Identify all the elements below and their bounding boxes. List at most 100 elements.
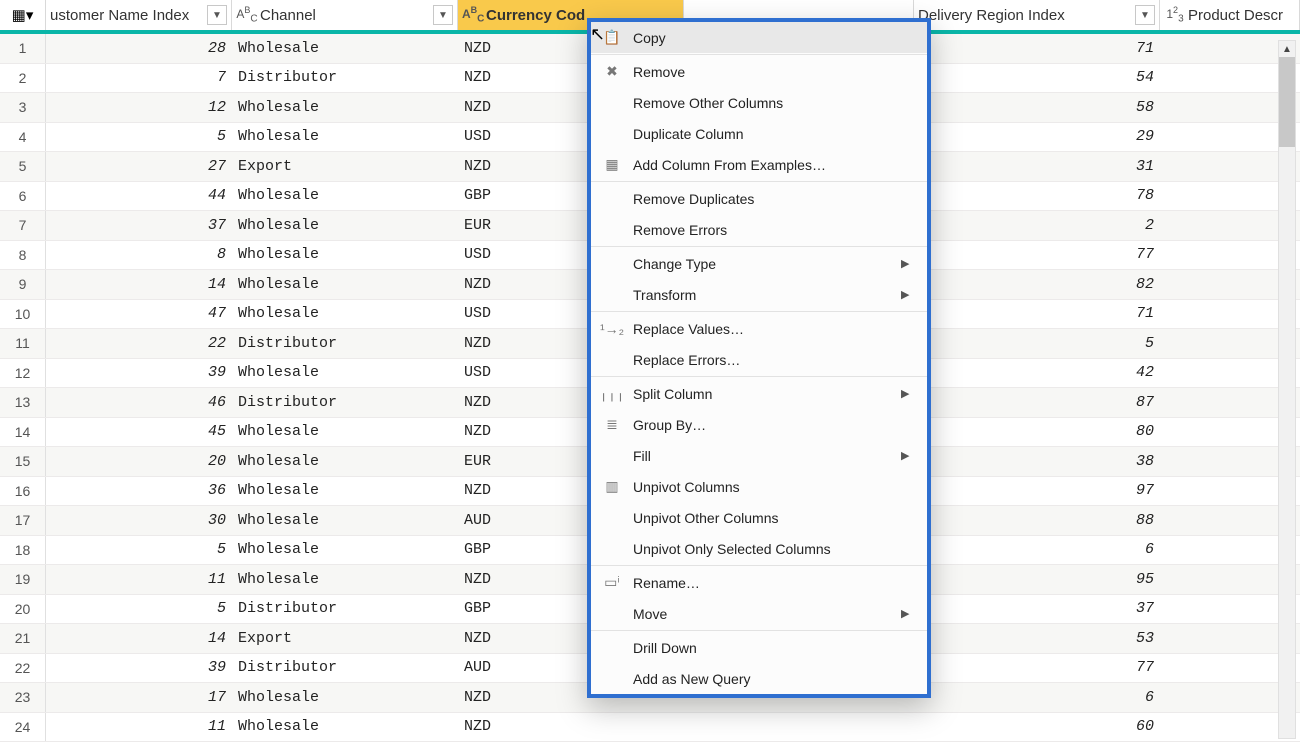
cell-customer-index[interactable]: 37 (46, 211, 232, 240)
table-row[interactable]: 2411WholesaleNZD60 (0, 713, 1300, 743)
cell-channel[interactable]: Wholesale (232, 93, 458, 122)
cell-customer-index[interactable]: 47 (46, 300, 232, 329)
cell-channel[interactable]: Wholesale (232, 182, 458, 211)
cell-region[interactable]: 87 (914, 388, 1160, 417)
menu-item-transform[interactable]: Transform▶ (591, 279, 927, 310)
cell-channel[interactable]: Wholesale (232, 447, 458, 476)
scroll-thumb[interactable] (1279, 57, 1295, 147)
cell-currency[interactable]: NZD (458, 418, 586, 447)
cell-customer-index[interactable]: 14 (46, 624, 232, 653)
vertical-scrollbar[interactable]: ▲ (1278, 40, 1296, 739)
cell-customer-index[interactable]: 5 (46, 536, 232, 565)
cell-region[interactable]: 71 (914, 300, 1160, 329)
menu-item-unpivot-only-selected-columns[interactable]: Unpivot Only Selected Columns (591, 533, 927, 564)
cell-currency[interactable]: GBP (458, 182, 586, 211)
cell-region[interactable]: 97 (914, 477, 1160, 506)
cell-channel[interactable]: Export (232, 624, 458, 653)
cell-channel[interactable]: Wholesale (232, 123, 458, 152)
menu-item-rename[interactable]: ▭ⁱRename… (591, 567, 927, 598)
cell-currency[interactable]: GBP (458, 595, 586, 624)
cell-currency[interactable]: EUR (458, 447, 586, 476)
col-header-product-descr[interactable]: 123 Product Descr (1160, 0, 1300, 30)
cell-region[interactable]: 80 (914, 418, 1160, 447)
menu-item-remove-other-columns[interactable]: Remove Other Columns (591, 87, 927, 118)
cell-channel[interactable]: Wholesale (232, 300, 458, 329)
cell-region[interactable]: 78 (914, 182, 1160, 211)
cell-channel[interactable]: Wholesale (232, 713, 458, 742)
menu-item-remove-duplicates[interactable]: Remove Duplicates (591, 183, 927, 214)
cell-channel[interactable]: Distributor (232, 654, 458, 683)
cell-region[interactable]: 54 (914, 64, 1160, 93)
cell-currency[interactable]: NZD (458, 329, 586, 358)
cell-currency[interactable]: NZD (458, 64, 586, 93)
cell-channel[interactable]: Wholesale (232, 359, 458, 388)
cell-region[interactable]: 95 (914, 565, 1160, 594)
cell-channel[interactable]: Wholesale (232, 34, 458, 63)
cell-customer-index[interactable]: 46 (46, 388, 232, 417)
menu-item-group-by[interactable]: ≣Group By… (591, 409, 927, 440)
cell-currency[interactable]: NZD (458, 152, 586, 181)
menu-item-change-type[interactable]: Change Type▶ (591, 248, 927, 279)
menu-item-replace-values[interactable]: ¹→₂Replace Values… (591, 313, 927, 344)
cell-customer-index[interactable]: 45 (46, 418, 232, 447)
filter-dropdown-icon[interactable]: ▼ (433, 5, 453, 25)
menu-item-replace-errors[interactable]: Replace Errors… (591, 344, 927, 375)
cell-currency[interactable]: USD (458, 359, 586, 388)
cell-channel[interactable]: Wholesale (232, 683, 458, 712)
cell-currency[interactable]: USD (458, 300, 586, 329)
col-header-channel[interactable]: ABC Channel ▼ (232, 0, 458, 30)
cell-region[interactable]: 58 (914, 93, 1160, 122)
cell-region[interactable]: 82 (914, 270, 1160, 299)
cell-customer-index[interactable]: 27 (46, 152, 232, 181)
menu-item-remove-errors[interactable]: Remove Errors (591, 214, 927, 245)
cell-region[interactable]: 29 (914, 123, 1160, 152)
cell-region[interactable]: 77 (914, 241, 1160, 270)
cell-channel[interactable]: Distributor (232, 595, 458, 624)
cell-currency[interactable]: USD (458, 123, 586, 152)
cell-region[interactable]: 71 (914, 34, 1160, 63)
cell-region[interactable]: 60 (914, 713, 1160, 742)
cell-channel[interactable]: Wholesale (232, 536, 458, 565)
col-header-delivery-region[interactable]: Delivery Region Index ▼ (914, 0, 1160, 30)
cell-region[interactable]: 2 (914, 211, 1160, 240)
cell-currency[interactable]: NZD (458, 683, 586, 712)
cell-region[interactable]: 88 (914, 506, 1160, 535)
cell-currency[interactable]: NZD (458, 34, 586, 63)
cell-customer-index[interactable]: 22 (46, 329, 232, 358)
cell-currency[interactable]: NZD (458, 477, 586, 506)
cell-region[interactable]: 53 (914, 624, 1160, 653)
cell-customer-index[interactable]: 17 (46, 683, 232, 712)
cell-channel[interactable]: Wholesale (232, 418, 458, 447)
table-icon[interactable]: ▦▾ (0, 0, 46, 30)
cell-customer-index[interactable]: 11 (46, 565, 232, 594)
menu-item-remove[interactable]: ✖Remove (591, 56, 927, 87)
cell-channel[interactable]: Wholesale (232, 477, 458, 506)
cell-customer-index[interactable]: 36 (46, 477, 232, 506)
cell-currency[interactable]: GBP (458, 536, 586, 565)
cell-currency[interactable]: NZD (458, 388, 586, 417)
cell-currency[interactable]: NZD (458, 93, 586, 122)
cell-channel[interactable]: Wholesale (232, 565, 458, 594)
cell-currency[interactable]: NZD (458, 565, 586, 594)
filter-dropdown-icon[interactable]: ▼ (207, 5, 227, 25)
cell-currency[interactable]: USD (458, 241, 586, 270)
menu-item-add-column-from-examples[interactable]: ▦Add Column From Examples… (591, 149, 927, 180)
cell-hidden[interactable] (586, 713, 914, 742)
cell-currency[interactable]: AUD (458, 506, 586, 535)
cell-channel[interactable]: Wholesale (232, 506, 458, 535)
cell-customer-index[interactable]: 11 (46, 713, 232, 742)
cell-region[interactable]: 31 (914, 152, 1160, 181)
cell-region[interactable]: 6 (914, 683, 1160, 712)
cell-channel[interactable]: Export (232, 152, 458, 181)
cell-customer-index[interactable]: 7 (46, 64, 232, 93)
menu-item-copy[interactable]: 📋Copy (591, 22, 927, 53)
cell-region[interactable]: 38 (914, 447, 1160, 476)
cell-channel[interactable]: Wholesale (232, 270, 458, 299)
cell-channel[interactable]: Distributor (232, 388, 458, 417)
cell-customer-index[interactable]: 14 (46, 270, 232, 299)
cell-channel[interactable]: Wholesale (232, 241, 458, 270)
cell-customer-index[interactable]: 39 (46, 654, 232, 683)
cell-customer-index[interactable]: 5 (46, 123, 232, 152)
cell-customer-index[interactable]: 30 (46, 506, 232, 535)
cell-channel[interactable]: Wholesale (232, 211, 458, 240)
